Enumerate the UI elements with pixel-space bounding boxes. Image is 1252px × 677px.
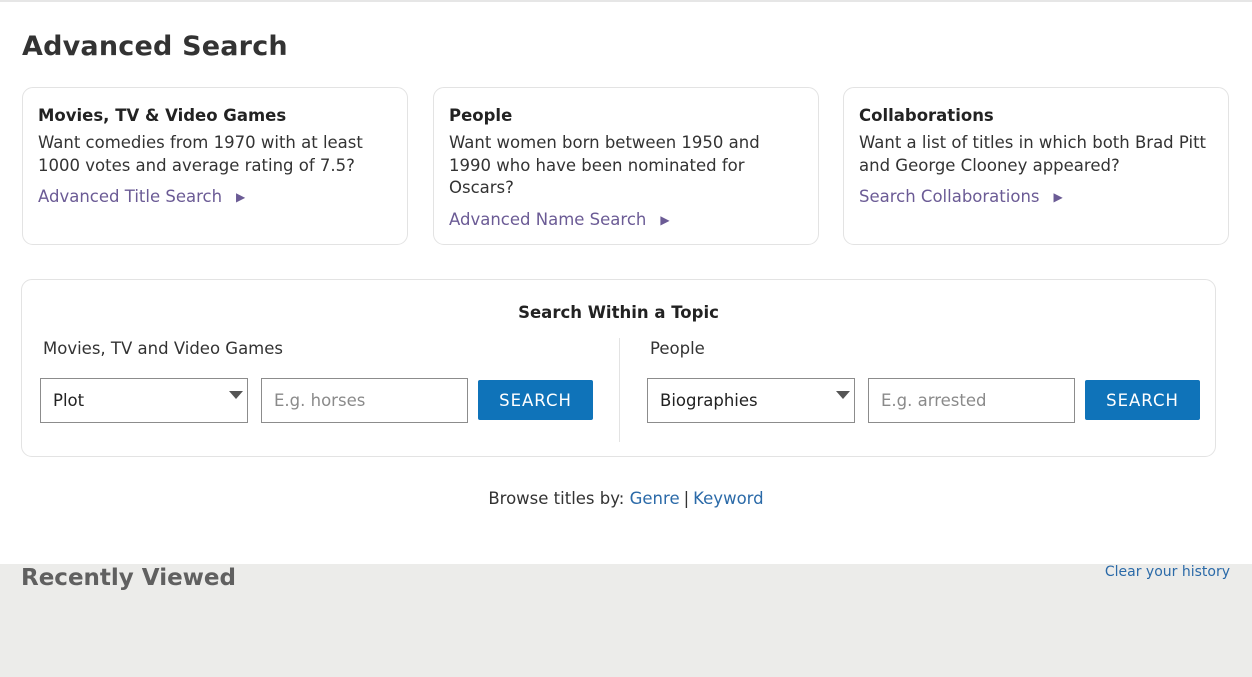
card-heading: People <box>449 106 513 125</box>
card-heading: Collaborations <box>859 106 994 125</box>
link-label[interactable]: Search Collaborations <box>859 187 1040 206</box>
select-value: Plot <box>53 391 85 410</box>
movies-topic-label: Movies, TV and Video Games <box>43 339 284 358</box>
card-description: Want a list of titles in which both Brad… <box>859 133 1207 175</box>
people-topic-select[interactable]: Biographies <box>647 378 855 423</box>
input-placeholder: E.g. arrested <box>881 391 987 410</box>
people-search-button[interactable]: SEARCH <box>1085 380 1200 420</box>
card-collaborations: Collaborations Want a list of titles in … <box>843 87 1229 245</box>
browse-prefix: Browse titles by: <box>488 489 625 508</box>
select-value: Biographies <box>660 391 758 410</box>
caret-down-icon <box>229 391 243 399</box>
browse-separator: | <box>683 489 690 508</box>
card-description: Want women born between 1950 and 1990 wh… <box>449 133 760 197</box>
people-topic-label: People <box>650 339 705 358</box>
play-arrow-icon: ▶ <box>660 212 670 227</box>
topic-title: Search Within a Topic <box>518 303 719 322</box>
genre-link[interactable]: Genre <box>630 489 680 508</box>
top-border <box>0 0 1252 2</box>
page-title: Advanced Search <box>22 31 288 62</box>
browse-titles: Browse titles by: Genre | Keyword <box>0 489 1252 508</box>
input-placeholder: E.g. horses <box>274 391 366 410</box>
advanced-title-search-link[interactable]: Advanced Title Search ▶ <box>38 187 245 206</box>
movies-topic-input[interactable]: E.g. horses <box>261 378 468 423</box>
people-topic-input[interactable]: E.g. arrested <box>868 378 1075 423</box>
recently-viewed-title: Recently Viewed <box>21 565 236 591</box>
link-label[interactable]: Advanced Title Search <box>38 187 222 206</box>
recently-viewed-section: Recently Viewed Clear your history <box>0 564 1252 677</box>
card-movies-tv-games: Movies, TV & Video Games Want comedies f… <box>22 87 408 245</box>
play-arrow-icon: ▶ <box>236 190 246 204</box>
advanced-name-search-link[interactable]: Advanced Name Search ▶ <box>449 210 670 229</box>
movies-search-button[interactable]: SEARCH <box>478 380 593 420</box>
caret-down-icon <box>836 391 850 399</box>
card-people: People Want women born between 1950 and … <box>433 87 819 245</box>
card-heading: Movies, TV & Video Games <box>38 106 287 125</box>
movies-topic-select[interactable]: Plot <box>40 378 248 423</box>
play-arrow-icon: ▶ <box>1053 190 1063 204</box>
column-divider <box>619 338 620 442</box>
card-description: Want comedies from 1970 with at least 10… <box>38 133 363 175</box>
search-collaborations-link[interactable]: Search Collaborations ▶ <box>859 187 1063 206</box>
search-within-topic-panel: Search Within a Topic Movies, TV and Vid… <box>21 279 1216 457</box>
clear-history-link[interactable]: Clear your history <box>1105 564 1230 580</box>
link-label[interactable]: Advanced Name Search <box>449 210 646 229</box>
keyword-link[interactable]: Keyword <box>693 489 763 508</box>
